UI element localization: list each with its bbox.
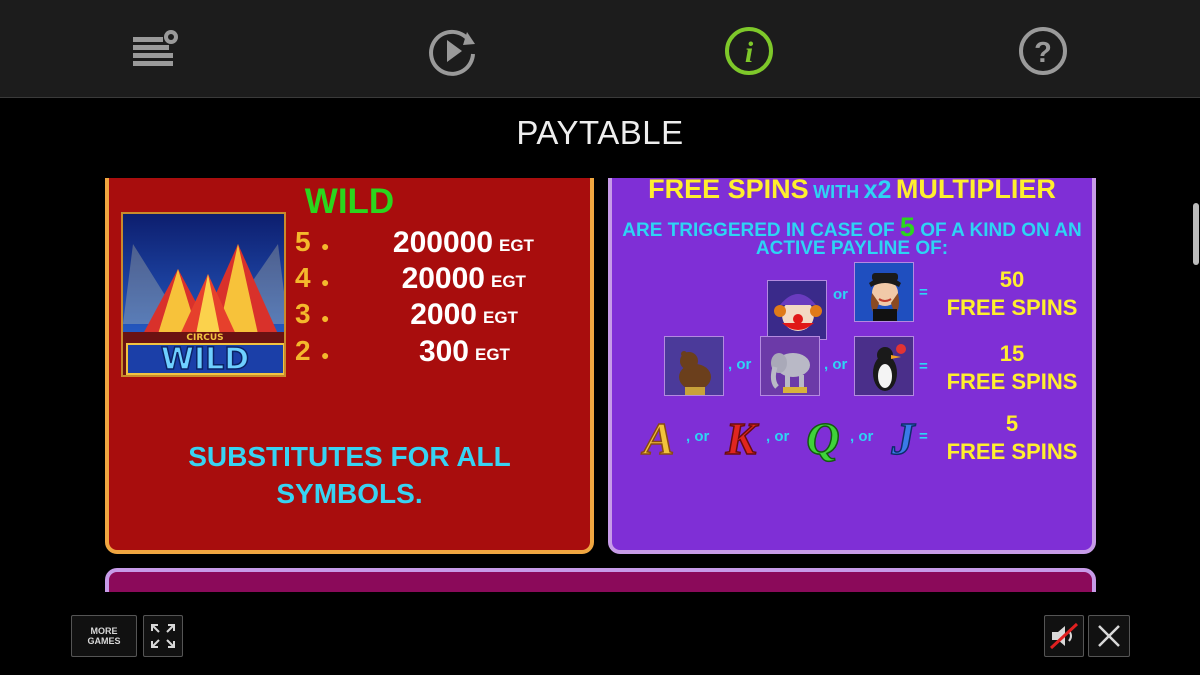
wild-description: SUBSTITUTES FOR ALL SYMBOLS.: [188, 441, 511, 509]
autoplay-button[interactable]: [426, 24, 480, 78]
bear-symbol: [664, 336, 724, 396]
sound-muted-icon: [1049, 622, 1079, 650]
svg-text:i: i: [745, 36, 754, 69]
help-icon: ?: [1019, 27, 1067, 75]
info-icon: i: [725, 27, 773, 75]
penguin-symbol: [854, 336, 914, 396]
fullscreen-button[interactable]: [143, 615, 183, 657]
page-title: PAYTABLE: [516, 114, 684, 151]
help-button[interactable]: ?: [1016, 24, 1070, 78]
letter-k-symbol: K: [716, 410, 766, 466]
clown-symbol: [767, 280, 827, 340]
svg-text:Q: Q: [806, 413, 839, 464]
svg-text:K: K: [725, 413, 760, 464]
free-spins-award: 5 FREE SPINS: [946, 411, 1078, 464]
close-button[interactable]: [1088, 615, 1130, 657]
free-spins-heading: FREE SPINS WITH x2 MULTIPLIER: [648, 178, 1056, 204]
info-button[interactable]: i: [722, 24, 776, 78]
top-toolbar: i ?: [0, 0, 1200, 98]
sound-button[interactable]: [1044, 615, 1084, 657]
svg-text:A: A: [641, 413, 675, 464]
letter-a-symbol: A: [634, 410, 684, 466]
magician-lady-symbol: [854, 262, 914, 322]
more-games-button[interactable]: MORE GAMES: [71, 615, 137, 657]
wild-symbol-image: WILD CIRCUS: [121, 212, 286, 377]
wild-pay-row: 5 ● 200000 EGT: [295, 226, 534, 259]
wild-pay-row: 4 ● 20000 EGT: [295, 262, 526, 295]
wild-panel: WILD WILD CIRCUS 5 ● 200000 EGT 4 ● 2000…: [105, 178, 594, 554]
free-spins-award: 15 FREE SPINS: [946, 341, 1078, 394]
wild-pay-row: 2 ● 300 EGT: [295, 335, 510, 368]
scrollbar[interactable]: [1193, 203, 1199, 265]
next-paytable-panel: [105, 568, 1096, 592]
autoplay-icon: [429, 29, 475, 76]
paytable-scroll-area[interactable]: WILD WILD CIRCUS 5 ● 200000 EGT 4 ● 2000…: [100, 178, 1100, 592]
elephant-symbol: [760, 336, 820, 396]
free-spins-condition-2: ACTIVE PAYLINE OF:: [755, 238, 949, 259]
free-spins-award: 50 FREE SPINS: [946, 267, 1078, 320]
close-icon: [1098, 625, 1120, 647]
wild-symbol-subtext: CIRCUS: [186, 333, 223, 343]
settings-button[interactable]: [128, 24, 182, 78]
free-spins-panel: FREE SPINS WITH x2 MULTIPLIER ARE TRIGGE…: [608, 178, 1096, 554]
wild-symbol-text: WILD: [161, 342, 249, 377]
fullscreen-icon: [151, 624, 175, 648]
svg-text:J: J: [891, 413, 917, 464]
settings-icon: [133, 30, 178, 66]
letter-q-symbol: Q: [798, 410, 848, 466]
wild-pay-row: 3 ● 2000 EGT: [295, 298, 518, 331]
svg-text:?: ?: [1034, 37, 1052, 69]
